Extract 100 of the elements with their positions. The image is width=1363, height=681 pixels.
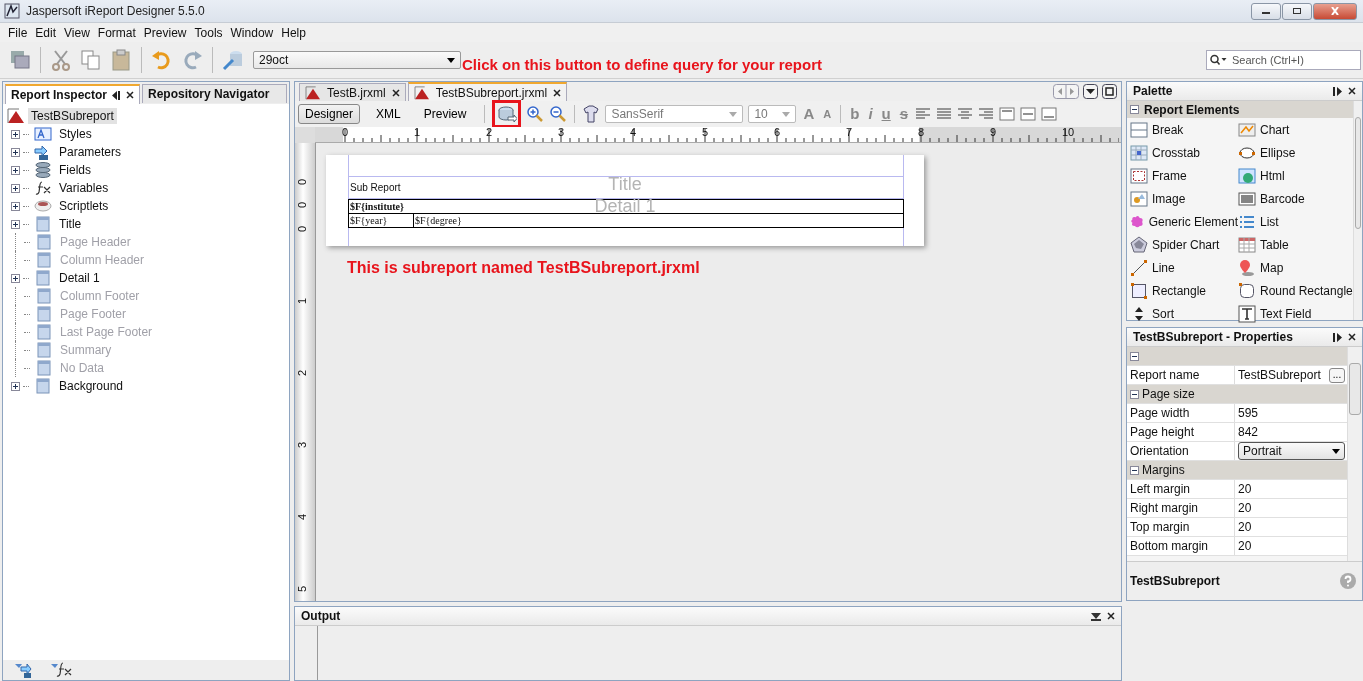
filter-function-icon[interactable] (51, 661, 73, 679)
ellipsis-button[interactable]: ... (1329, 367, 1345, 383)
zoom-in-icon[interactable] (526, 105, 545, 123)
close-icon[interactable] (1348, 333, 1356, 341)
palette-item[interactable]: Barcode (1260, 192, 1305, 206)
minimize-panel-icon[interactable] (112, 90, 121, 100)
tree-item[interactable]: Variables (59, 181, 109, 195)
property-value[interactable]: 20 (1238, 539, 1252, 553)
palette-item[interactable]: Html (1260, 169, 1285, 183)
text-field[interactable]: $F{year} (350, 215, 388, 226)
close-icon[interactable] (553, 88, 562, 97)
expand-icon[interactable] (11, 165, 20, 175)
datasource-dropdown[interactable]: 29oct (253, 51, 461, 69)
menu-item[interactable]: File (4, 25, 32, 40)
shirt-icon[interactable] (582, 105, 601, 123)
palette-item[interactable]: Round Rectangle (1260, 284, 1353, 298)
palette-item[interactable]: Rectangle (1152, 284, 1207, 298)
menu-item[interactable]: Window (226, 25, 278, 40)
panel-tab[interactable]: Repository Navigator (142, 84, 287, 103)
minimize-button[interactable] (1251, 2, 1281, 20)
view-tab[interactable]: XML (369, 104, 408, 124)
expand-icon[interactable] (11, 273, 20, 283)
palette-item[interactable]: Text Field (1260, 307, 1312, 321)
expand-icon[interactable] (11, 219, 20, 229)
static-text[interactable]: Sub Report (349, 182, 401, 193)
property-dropdown[interactable]: Portrait (1238, 442, 1345, 460)
maximize-button[interactable] (1282, 2, 1312, 20)
font-size-dropdown[interactable]: 10 (748, 105, 797, 123)
align-icon[interactable] (978, 107, 995, 121)
vertical-align-icon[interactable] (999, 107, 1016, 121)
menu-item[interactable]: Preview (139, 25, 191, 40)
minimize-panel-icon[interactable] (1333, 332, 1342, 342)
tree-item[interactable]: Scriptlets (59, 199, 109, 213)
tree-item[interactable]: Detail 1 (59, 271, 100, 285)
expand-icon[interactable] (11, 147, 20, 157)
palette-item[interactable]: List (1260, 215, 1279, 229)
collapse-icon[interactable] (1130, 351, 1139, 361)
database-icon[interactable] (221, 48, 245, 72)
scrollbar[interactable] (1352, 101, 1362, 320)
property-value[interactable]: TestBSubreport (1238, 368, 1321, 382)
expand-icon[interactable] (11, 381, 20, 391)
view-tab[interactable]: Preview (416, 104, 474, 124)
align-icon[interactable] (936, 107, 953, 121)
align-icon[interactable] (957, 107, 974, 121)
palette-item[interactable]: Frame (1152, 169, 1187, 183)
dropdown-icon[interactable] (1091, 611, 1101, 621)
palette-item[interactable]: Line (1152, 261, 1175, 275)
property-value[interactable]: 20 (1238, 482, 1252, 496)
menu-item[interactable]: Format (93, 25, 140, 40)
menu-item[interactable]: Edit (31, 25, 61, 40)
menu-item[interactable]: View (60, 25, 94, 40)
palette-item[interactable]: Break (1152, 123, 1184, 137)
scrollbar[interactable] (1347, 347, 1362, 561)
query-icon[interactable] (497, 105, 518, 123)
tree-item[interactable]: Background (59, 379, 124, 393)
menu-item[interactable]: Tools (190, 25, 227, 40)
palette-item[interactable]: Table (1260, 238, 1289, 252)
property-value[interactable]: 20 (1238, 520, 1252, 534)
palette-item[interactable]: Sort (1152, 307, 1174, 321)
minimize-panel-icon[interactable] (1333, 86, 1342, 96)
palette-item[interactable]: Crosstab (1152, 146, 1201, 160)
expand-icon[interactable] (11, 129, 20, 139)
close-icon[interactable] (126, 91, 134, 99)
dropdown-icon[interactable] (1083, 84, 1098, 99)
maximize-icon[interactable] (1102, 84, 1117, 99)
tree-item[interactable]: Fields (59, 163, 91, 177)
text-field[interactable]: $F{degree} (415, 215, 462, 226)
zoom-out-icon[interactable] (549, 105, 568, 123)
property-value[interactable]: 20 (1238, 501, 1252, 515)
tree-item[interactable]: Parameters (59, 145, 122, 159)
close-icon[interactable] (391, 88, 400, 97)
text-field[interactable]: $F{institute} (350, 201, 404, 212)
tree-item[interactable]: Title (59, 217, 82, 231)
close-icon[interactable] (1348, 87, 1356, 95)
view-tab[interactable]: Designer (298, 104, 361, 124)
menu-item[interactable]: Help (277, 25, 310, 40)
vertical-align-icon[interactable] (1020, 107, 1037, 121)
font-dropdown[interactable]: SansSerif (605, 105, 744, 123)
palette-item[interactable]: Spider Chart (1152, 238, 1220, 252)
expand-icon[interactable] (11, 183, 20, 193)
close-icon[interactable] (1107, 612, 1115, 620)
palette-item[interactable]: Image (1152, 192, 1186, 206)
tree-item[interactable]: TestBSubreport (28, 108, 117, 124)
palette-item[interactable]: Chart (1260, 123, 1290, 137)
tree-item[interactable]: Styles (59, 127, 92, 141)
palette-item[interactable]: Generic Element (1148, 215, 1238, 229)
property-value[interactable]: 595 (1238, 406, 1259, 420)
expand-icon[interactable] (11, 201, 20, 211)
print-icon[interactable] (8, 48, 32, 72)
collapse-icon[interactable] (1130, 465, 1139, 475)
align-icon[interactable] (915, 107, 932, 121)
palette-item[interactable]: Ellipse (1260, 146, 1296, 160)
property-value[interactable]: 842 (1238, 425, 1259, 439)
close-button[interactable] (1313, 2, 1357, 20)
collapse-icon[interactable] (1130, 389, 1139, 399)
editor-tab[interactable]: TestBSubreport.jrxml (407, 82, 568, 101)
editor-tab[interactable]: TestB.jrxml (299, 83, 406, 101)
vertical-align-icon[interactable] (1041, 107, 1058, 121)
palette-item[interactable]: Map (1260, 261, 1284, 275)
collapse-icon[interactable] (1130, 105, 1139, 114)
